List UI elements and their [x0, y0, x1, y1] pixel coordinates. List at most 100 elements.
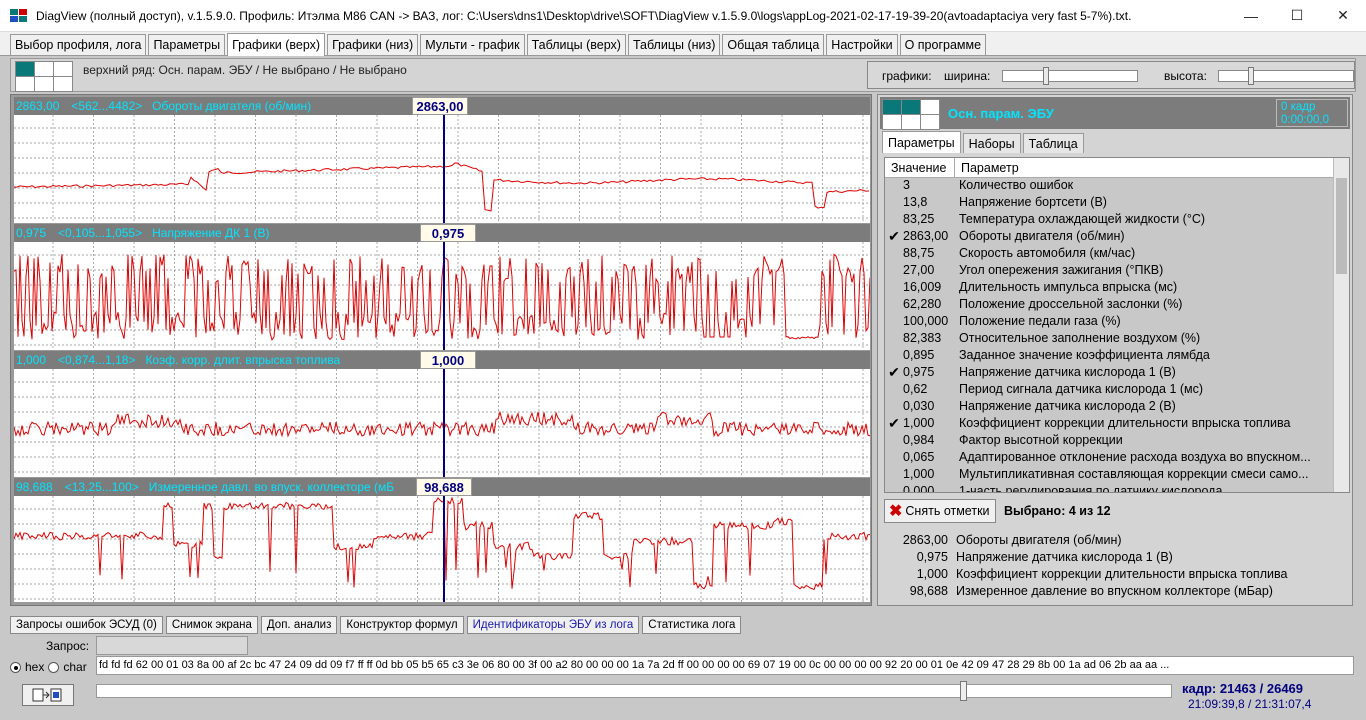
width-slider[interactable]: [1002, 67, 1138, 85]
table-row[interactable]: 0,895 Заданное значение коэффициента лямб…: [885, 348, 1349, 365]
chart-plot-injection-corr[interactable]: [14, 369, 870, 477]
unmark-button[interactable]: ✖ Снять отметки: [884, 499, 996, 523]
table-row[interactable]: 83,25 Температура охлаждающей жидкости (°…: [885, 212, 1349, 229]
checkmark-icon[interactable]: ✔: [885, 229, 903, 246]
table-row[interactable]: 100,000 Положение педали газа (%): [885, 314, 1349, 331]
checkmark-icon[interactable]: [885, 433, 903, 450]
export-button[interactable]: [22, 684, 74, 706]
selected-value: 0,975: [916, 550, 948, 564]
checkmark-icon[interactable]: [885, 178, 903, 195]
checkmark-icon[interactable]: [885, 314, 903, 331]
param-rows: 3 Количество ошибок 13,8 Напряжение бортсет…: [885, 178, 1349, 492]
table-row[interactable]: 13,8 Напряжение бортсети (В): [885, 195, 1349, 212]
close-button[interactable]: ✕: [1320, 0, 1366, 32]
checkmark-icon[interactable]: [885, 331, 903, 348]
layout-grid-icon[interactable]: [15, 61, 73, 92]
table-row[interactable]: 82,383 Относительное заполнение воздухом …: [885, 331, 1349, 348]
checkmark-icon[interactable]: ✔: [885, 365, 903, 382]
table-row[interactable]: 0,000 1-часть регулирования по датчику ки…: [885, 484, 1349, 492]
tab-ecu-ids[interactable]: Идентификаторы ЭБУ из лога: [466, 616, 640, 634]
table-row[interactable]: 0,984 Фактор высотной коррекции: [885, 433, 1349, 450]
checkmark-icon[interactable]: [885, 246, 903, 263]
panel-header: Осн. парам. ЭБУ 0 кадр 0:00:00,0: [880, 97, 1350, 130]
checkmark-icon[interactable]: [885, 467, 903, 484]
checkmark-icon[interactable]: [885, 212, 903, 229]
height-slider[interactable]: [1218, 67, 1354, 85]
param-name: Температура охлаждающей жидкости (°С): [959, 212, 1206, 226]
request-label: Запрос:: [46, 639, 90, 653]
tab-settings[interactable]: Настройки: [826, 34, 898, 55]
width-slider-thumb[interactable]: [1043, 67, 1050, 85]
cursor-value-rpm: 2863,00: [412, 97, 468, 115]
param-name: Количество ошибок: [959, 178, 1074, 192]
chart-plot-rpm[interactable]: [14, 115, 870, 223]
tab-charts-bottom[interactable]: Графики (низ): [327, 34, 419, 55]
checkmark-icon[interactable]: [885, 399, 903, 416]
checkmark-icon[interactable]: [885, 484, 903, 492]
param-name: Напряжение датчика кислорода 2 (В): [959, 399, 1176, 413]
hex-radio[interactable]: [10, 661, 21, 673]
table-row[interactable]: 0,62 Период сигнала датчика кислорода 1 (…: [885, 382, 1349, 399]
chart-plot-map[interactable]: [14, 496, 870, 602]
table-row[interactable]: 0,065 Адаптированное отклонение расхода в…: [885, 450, 1349, 467]
table-row[interactable]: ✔ 0,975 Напряжение датчика кислорода 1 (В): [885, 365, 1349, 382]
list-item: 0,975 Напряжение датчика кислорода 1 (В): [880, 550, 1350, 567]
table-row[interactable]: 62,280 Положение дроссельной заслонки (%): [885, 297, 1349, 314]
layout-grid-icon[interactable]: [882, 99, 940, 130]
tab-common-table[interactable]: Общая таблица: [722, 34, 825, 55]
height-slider-thumb[interactable]: [1247, 67, 1254, 85]
col-param-header[interactable]: Параметр: [955, 158, 1349, 177]
position-slider[interactable]: [96, 681, 1172, 701]
checkmark-icon[interactable]: [885, 280, 903, 297]
tab-formula-builder[interactable]: Конструктор формул: [340, 616, 464, 634]
table-row[interactable]: 16,009 Длительность импульса впрыска (мс): [885, 280, 1349, 297]
table-row[interactable]: ✔ 1,000 Коэффициент коррекции длительности…: [885, 416, 1349, 433]
checkmark-icon[interactable]: [885, 195, 903, 212]
tab-extra-analysis[interactable]: Доп. анализ: [260, 616, 338, 634]
minimize-button[interactable]: —: [1228, 0, 1274, 32]
list-item: 1,000 Коэффициент коррекции длительности …: [880, 567, 1350, 584]
hex-data-field[interactable]: fd fd fd 62 00 01 03 8a 00 af 2c bc 47 2…: [96, 656, 1354, 675]
tab-table[interactable]: Таблица: [1022, 133, 1084, 153]
chart-range: <562...4482>: [71, 99, 143, 113]
request-input[interactable]: [96, 636, 248, 655]
table-scrollbar[interactable]: [1333, 158, 1349, 492]
tab-tables-top[interactable]: Таблицы (верх): [526, 34, 626, 55]
checkmark-icon[interactable]: [885, 263, 903, 280]
checkmark-icon[interactable]: [885, 348, 903, 365]
tab-profile-log[interactable]: Выбор профиля, лога: [10, 34, 147, 55]
col-value-header[interactable]: Значение: [885, 158, 955, 177]
table-row[interactable]: 27,00 Угол опережения зажигания (°ПКВ): [885, 263, 1349, 280]
table-row[interactable]: 88,75 Скорость автомобиля (км/час): [885, 246, 1349, 263]
table-row[interactable]: 0,030 Напряжение датчика кислорода 2 (В): [885, 399, 1349, 416]
param-value: 1,000: [903, 416, 935, 430]
param-value: 62,280: [903, 297, 942, 311]
char-radio[interactable]: [48, 661, 60, 673]
table-row[interactable]: 1,000 Мультипликативная составляющая корр…: [885, 467, 1349, 484]
frame-info: кадр: 21463 / 26469: [1182, 681, 1304, 696]
tab-multi-chart[interactable]: Мульти - график: [420, 34, 525, 55]
checkmark-icon[interactable]: [885, 382, 903, 399]
checkmark-icon[interactable]: ✔: [885, 416, 903, 433]
chart-range: <13,25...100>: [64, 480, 139, 494]
injection-correction-line: [14, 410, 870, 438]
selected-value: 98,688: [909, 584, 948, 598]
chart-plot-o2[interactable]: [14, 242, 870, 350]
tab-log-stats[interactable]: Статистика лога: [642, 616, 742, 634]
table-row[interactable]: ✔ 2863,00 Обороты двигателя (об/мин): [885, 229, 1349, 246]
tab-screenshot[interactable]: Снимок экрана: [165, 616, 258, 634]
checkmark-icon[interactable]: [885, 297, 903, 314]
tab-tables-bottom[interactable]: Таблицы (низ): [627, 34, 721, 55]
maximize-button[interactable]: ☐: [1274, 0, 1320, 32]
checkmark-icon[interactable]: [885, 450, 903, 467]
tab-about[interactable]: О программе: [899, 34, 987, 55]
position-slider-thumb[interactable]: [960, 681, 968, 701]
scrollbar-thumb[interactable]: [1336, 178, 1347, 274]
tab-charts-top[interactable]: Графики (верх): [227, 33, 326, 56]
export-icon: [32, 688, 62, 702]
tab-params[interactable]: Параметры: [882, 131, 961, 153]
table-row[interactable]: 3 Количество ошибок: [885, 178, 1349, 195]
tab-error-requests[interactable]: Запросы ошибок ЭСУД (0): [10, 616, 163, 634]
tab-parameters[interactable]: Параметры: [148, 34, 226, 55]
tab-sets[interactable]: Наборы: [962, 133, 1021, 153]
